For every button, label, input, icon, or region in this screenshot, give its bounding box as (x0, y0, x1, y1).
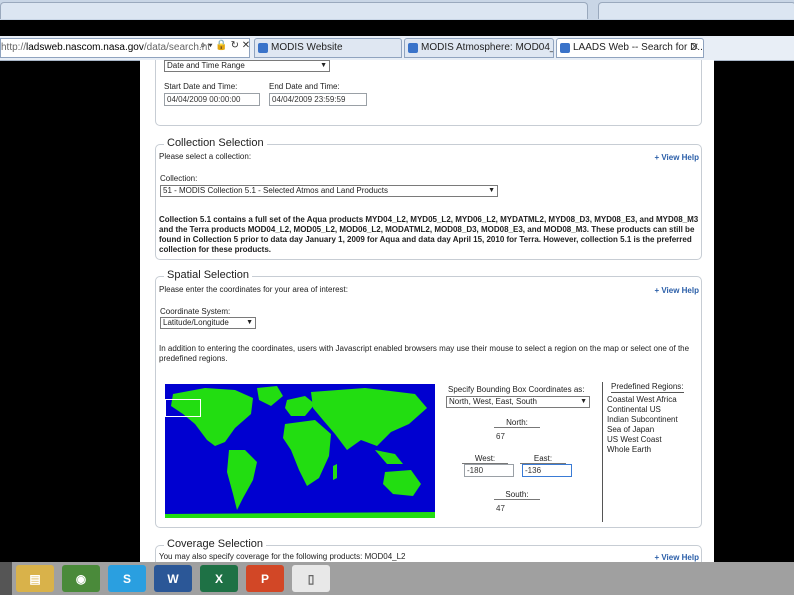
browser-window-tabs-strip (0, 0, 794, 20)
tab-label: MODIS Website (271, 42, 343, 53)
region-item[interactable]: Continental US (607, 405, 661, 414)
bounding-box-label: Specify Bounding Box Coordinates as: (448, 385, 585, 394)
west-label: West: (462, 454, 508, 464)
coordinate-system-label: Coordinate System: (160, 307, 231, 316)
windows-taskbar: ▤ ◉ S W X P ▯ (0, 562, 794, 595)
time-range-select[interactable]: Date and Time Range ▼ (164, 60, 330, 72)
ie-favicon-icon (258, 43, 268, 53)
spatial-prompt: Please enter the coordinates for your ar… (159, 285, 348, 294)
collection-note: Collection 5.1 contains a full set of th… (159, 215, 699, 254)
world-map-svg (165, 386, 435, 518)
map-selection-rectangle[interactable] (165, 399, 201, 417)
land-southeast-asia (375, 450, 403, 464)
east-input[interactable]: -136 (522, 464, 572, 477)
select-value: Latitude/Longitude (163, 318, 229, 327)
address-prefix: http:// (1, 42, 27, 53)
region-item[interactable]: Coastal West Africa (607, 395, 677, 404)
collection-legend: Collection Selection (164, 137, 267, 149)
region-item[interactable]: Indian Subcontinent (607, 415, 678, 424)
region-item[interactable]: Whole Earth (607, 445, 651, 454)
collection-selection-box: Collection Selection Please select a col… (155, 137, 702, 260)
south-input[interactable]: 47 (496, 504, 505, 513)
coverage-view-help-link[interactable]: + View Help (654, 553, 699, 562)
time-selection-box: Date and Time Range ▼ Start Date and Tim… (155, 60, 702, 126)
predefined-regions-title: Predefined Regions: (611, 382, 684, 393)
land-madagascar (333, 464, 337, 480)
select-value: Date and Time Range (167, 61, 245, 70)
coordinate-system-select[interactable]: Latitude/Longitude ▼ (160, 317, 256, 329)
blank-document-icon[interactable]: ▯ (292, 565, 330, 592)
bounding-box-order-select[interactable]: North, West, East, South ▼ (446, 396, 590, 408)
collection-select[interactable]: 51 - MODIS Collection 5.1 - Selected Atm… (160, 185, 498, 197)
skype-icon[interactable]: S (108, 565, 146, 592)
select-value: North, West, East, South (449, 397, 537, 406)
world-map[interactable] (165, 384, 435, 518)
spatial-legend: Spatial Selection (164, 269, 252, 281)
land-antarctica (165, 512, 435, 518)
collection-field-label: Collection: (160, 174, 198, 183)
spatial-view-help-link[interactable]: + View Help (654, 286, 699, 295)
start-date-label: Start Date and Time: (164, 82, 238, 91)
tab-modis-atmosphere[interactable]: MODIS Atmosphere: MOD04_L... (404, 38, 554, 58)
page-content: Date and Time Range ▼ Start Date and Tim… (140, 60, 714, 562)
region-item[interactable]: Sea of Japan (607, 425, 654, 434)
land-europe (285, 396, 315, 416)
spatial-info-text: In addition to entering the coordinates,… (159, 344, 690, 363)
south-label: South: (494, 490, 540, 500)
land-greenland (257, 386, 283, 406)
land-south-america (227, 450, 257, 510)
dropdown-arrow-icon: ▼ (488, 187, 495, 194)
chrome-icon[interactable]: ◉ (62, 565, 100, 592)
address-bar-buttons[interactable]: ⌕ ▾ 🔒 ↻ ✕ (200, 40, 250, 51)
collection-view-help-link[interactable]: + View Help (654, 153, 699, 162)
refresh-icon[interactable]: ↻ (231, 40, 239, 51)
north-input[interactable]: 67 (496, 432, 505, 441)
land-africa (283, 420, 331, 486)
land-north-america (171, 388, 253, 446)
word-icon[interactable]: W (154, 565, 192, 592)
east-label: East: (520, 454, 566, 464)
coverage-legend: Coverage Selection (164, 538, 267, 550)
dropdown-arrow-icon: ▼ (580, 398, 587, 405)
predefined-regions-list: Predefined Regions: Coastal West Africa … (602, 382, 700, 522)
tab-modis-website[interactable]: MODIS Website (254, 38, 402, 58)
lock-icon: 🔒 (215, 40, 228, 51)
ie-favicon-icon (560, 43, 570, 53)
close-tab-icon[interactable]: ✕ (691, 39, 699, 57)
address-host: ladsweb.nascom.nasa.gov (26, 42, 144, 53)
tab-label: MODIS Atmosphere: MOD04_L... (421, 42, 553, 53)
close-icon[interactable]: ✕ (242, 40, 250, 51)
powerpoint-icon[interactable]: P (246, 565, 284, 592)
file-explorer-icon[interactable]: ▤ (16, 565, 54, 592)
tab-label: LAADS Web -- Search for D... (573, 42, 704, 53)
background-window-tab (0, 2, 588, 19)
end-date-label: End Date and Time: (269, 82, 340, 91)
search-icon[interactable]: ⌕ (200, 40, 206, 51)
collection-prompt: Please select a collection: (159, 152, 252, 161)
end-date-input[interactable]: 04/04/2009 23:59:59 (269, 93, 367, 106)
start-button[interactable] (0, 562, 12, 595)
excel-icon[interactable]: X (200, 565, 238, 592)
region-item[interactable]: US West Coast (607, 435, 662, 444)
dropdown-arrow-icon: ▼ (246, 319, 253, 326)
ie-favicon-icon (408, 43, 418, 53)
background-window-tab (598, 2, 794, 19)
coverage-prompt: You may also specify coverage for the fo… (159, 552, 406, 561)
select-value: 51 - MODIS Collection 5.1 - Selected Atm… (163, 186, 389, 195)
start-date-input[interactable]: 04/04/2009 00:00:00 (164, 93, 260, 106)
north-label: North: (494, 418, 540, 428)
west-input[interactable]: -180 (464, 464, 514, 477)
dropdown-arrow-icon: ▼ (320, 62, 327, 69)
coverage-selection-box: Coverage Selection You may also specify … (155, 538, 702, 562)
chevron-down-icon[interactable]: ▾ (208, 40, 212, 51)
tab-laads-web[interactable]: LAADS Web -- Search for D... ✕ (556, 38, 704, 58)
land-australia (383, 470, 421, 496)
